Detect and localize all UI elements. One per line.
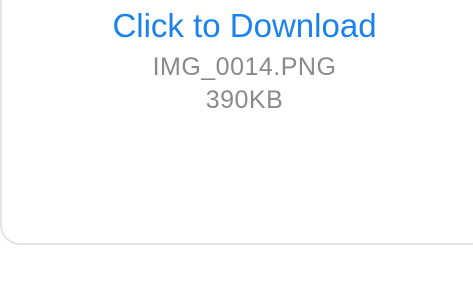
file-name: IMG_0014.PNG bbox=[152, 53, 337, 81]
attachment-card: Click to Download IMG_0014.PNG 390KB bbox=[0, 0, 473, 245]
download-link[interactable]: Click to Download bbox=[2, 6, 473, 46]
file-size: 390KB bbox=[205, 86, 284, 114]
attachment-view: Click to Download IMG_0014.PNG 390KB bbox=[0, 0, 473, 288]
